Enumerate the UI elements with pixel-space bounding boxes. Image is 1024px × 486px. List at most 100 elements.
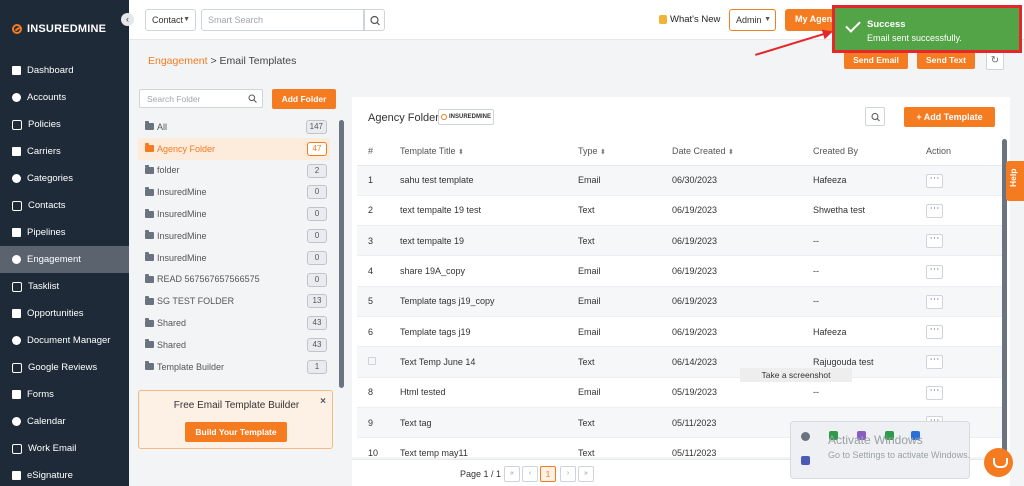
sidebar-item-google-reviews[interactable]: Google Reviews [0, 354, 129, 381]
megaphone-icon [12, 255, 21, 264]
prev-page-button[interactable]: ‹ [522, 466, 538, 482]
row-checkbox[interactable] [368, 356, 376, 365]
table-row: 3 text tempalte 19 Text 06/19/2023 -- ⋯ [357, 225, 1005, 257]
sidebar-item-esignature[interactable]: eSignature [0, 462, 129, 486]
column-header-title[interactable]: Template Title ⬍ [389, 138, 578, 166]
folder-search-input[interactable]: Search Folder [139, 89, 263, 108]
search-button[interactable] [364, 9, 385, 31]
more-actions-button[interactable]: ⋯ [926, 264, 943, 279]
activate-windows-title: Activate Windows [828, 433, 923, 447]
template-title-link[interactable]: Text tag [389, 407, 578, 439]
close-icon[interactable]: × [320, 396, 326, 407]
screenshot-tooltip: Take a screenshot [740, 368, 852, 382]
toast-message: Email sent successfully. [867, 33, 962, 43]
template-search-button[interactable] [865, 107, 885, 126]
sidebar-item-forms[interactable]: Forms [0, 381, 129, 408]
chevron-down-icon: ▼ [183, 16, 190, 23]
template-title-link[interactable]: Text Temp June 14 [389, 346, 578, 378]
sidebar-item-dashboard[interactable]: Dashboard [0, 57, 129, 84]
folder-count-badge: 0 [307, 272, 327, 287]
template-title-link[interactable]: Template tags j19 [389, 316, 578, 348]
more-actions-button[interactable]: ⋯ [926, 203, 943, 218]
sidebar-item-calendar[interactable]: Calendar [0, 408, 129, 435]
sidebar-item-work-email[interactable]: Work Email [0, 435, 129, 462]
folder-name: READ 567567657566575 [157, 274, 260, 285]
sidebar-item-pipelines[interactable]: Pipelines [0, 219, 129, 246]
first-page-button[interactable]: « [504, 466, 520, 482]
template-title-link[interactable]: text tempalte 19 [389, 225, 578, 257]
breadcrumb-separator: > [207, 55, 220, 67]
chat-widget-button[interactable] [984, 448, 1013, 477]
folder-item[interactable]: Shared 43 [138, 334, 330, 356]
sidebar-item-carriers[interactable]: Carriers [0, 138, 129, 165]
help-tab[interactable]: Help [1006, 161, 1024, 201]
created-by: Shwetha test [813, 195, 926, 227]
sidebar-item-label: Accounts [27, 92, 67, 103]
refresh-button[interactable]: ↻ [986, 51, 1004, 70]
folder-item[interactable]: Agency Folder 47 [138, 137, 330, 160]
template-title-link[interactable]: share 19A_copy [389, 255, 578, 287]
activate-windows-subtitle: Go to Settings to activate Windows. [828, 450, 971, 460]
whats-new-link[interactable]: What's New [659, 14, 720, 25]
contact-card-icon [12, 200, 22, 211]
breadcrumb: Engagement > Email Templates [148, 55, 296, 67]
folder-item[interactable]: InsuredMine 0 [138, 181, 330, 203]
template-title-link[interactable]: text tempalte 19 test [389, 195, 578, 227]
next-page-button[interactable]: › [560, 466, 576, 482]
sidebar-item-accounts[interactable]: Accounts [0, 84, 129, 111]
smart-search-input[interactable]: Smart Search [201, 9, 364, 31]
column-header-type[interactable]: Type ⬍ [578, 138, 672, 166]
folder-item[interactable]: folder 2 [138, 160, 330, 182]
promo-title: Free Email Template Builder [173, 400, 300, 411]
folder-item[interactable]: InsuredMine 0 [138, 247, 330, 269]
more-actions-button[interactable]: ⋯ [926, 234, 943, 249]
more-actions-button[interactable]: ⋯ [926, 294, 943, 309]
more-actions-button[interactable]: ⋯ [926, 355, 943, 370]
template-title-link[interactable]: sahu test template [389, 165, 578, 196]
template-title-link[interactable]: Html tested [389, 377, 578, 408]
breadcrumb-engagement-link[interactable]: Engagement [148, 55, 208, 67]
brand-logo[interactable]: INSUREDMINE [12, 23, 106, 35]
sidebar-item-opportunities[interactable]: Opportunities [0, 300, 129, 327]
folder-item[interactable]: Shared 43 [138, 312, 330, 334]
sidebar-item-tasklist[interactable]: Tasklist [0, 273, 129, 300]
sidebar-item-categories[interactable]: Categories [0, 165, 129, 192]
add-folder-button[interactable]: Add Folder [272, 89, 336, 109]
send-email-button[interactable]: Send Email [844, 51, 908, 69]
template-title-link[interactable]: Template tags j19_copy [389, 286, 578, 317]
column-header-date-created[interactable]: Date Created ⬍ [672, 138, 813, 166]
folder-item[interactable]: InsuredMine 0 [138, 225, 330, 247]
sidebar-item-policies[interactable]: Policies [0, 111, 129, 138]
add-template-button[interactable]: + Add Template [904, 107, 995, 127]
last-page-button[interactable]: » [578, 466, 594, 482]
more-actions-button[interactable]: ⋯ [926, 325, 943, 340]
more-actions-button[interactable]: ⋯ [926, 385, 943, 400]
current-page-button[interactable]: 1 [540, 466, 556, 482]
folder-name: InsuredMine [157, 187, 207, 198]
insuredmine-logo-icon [12, 24, 22, 34]
folder-item[interactable]: READ 567567657566575 0 [138, 269, 330, 291]
folder-name: Shared [157, 318, 187, 329]
build-template-button[interactable]: Build Your Template [185, 422, 287, 442]
action-cell: ⋯ [926, 286, 1005, 317]
admin-select[interactable]: Admin ▼ [729, 9, 776, 31]
folder-item[interactable]: All 147 [138, 116, 330, 138]
folder-scrollbar[interactable] [339, 120, 344, 388]
contact-select[interactable]: Contact ▼ [145, 9, 196, 31]
folder-item[interactable]: Template Builder 1 [138, 356, 330, 378]
collapse-sidebar-button[interactable]: ‹ [121, 13, 134, 26]
sort-icon: ⬍ [600, 149, 606, 157]
sidebar-item-engagement[interactable]: Engagement [0, 246, 129, 273]
sidebar-item-contacts[interactable]: Contacts [0, 192, 129, 219]
sidebar-item-document-manager[interactable]: Document Manager [0, 327, 129, 354]
send-text-button[interactable]: Send Text [917, 51, 975, 69]
more-actions-button[interactable]: ⋯ [926, 173, 943, 188]
sidebar-item-label: Carriers [27, 146, 61, 157]
created-by: -- [813, 255, 926, 287]
templates-panel: Agency Folder INSUREDMINE + Add Template… [352, 97, 1010, 469]
column-header-action: Action [926, 138, 1005, 166]
folder-count-badge: 2 [307, 163, 327, 178]
folder-item[interactable]: InsuredMine 0 [138, 203, 330, 225]
folder-item[interactable]: SG TEST FOLDER 13 [138, 290, 330, 312]
sidebar-item-label: Forms [27, 389, 54, 400]
